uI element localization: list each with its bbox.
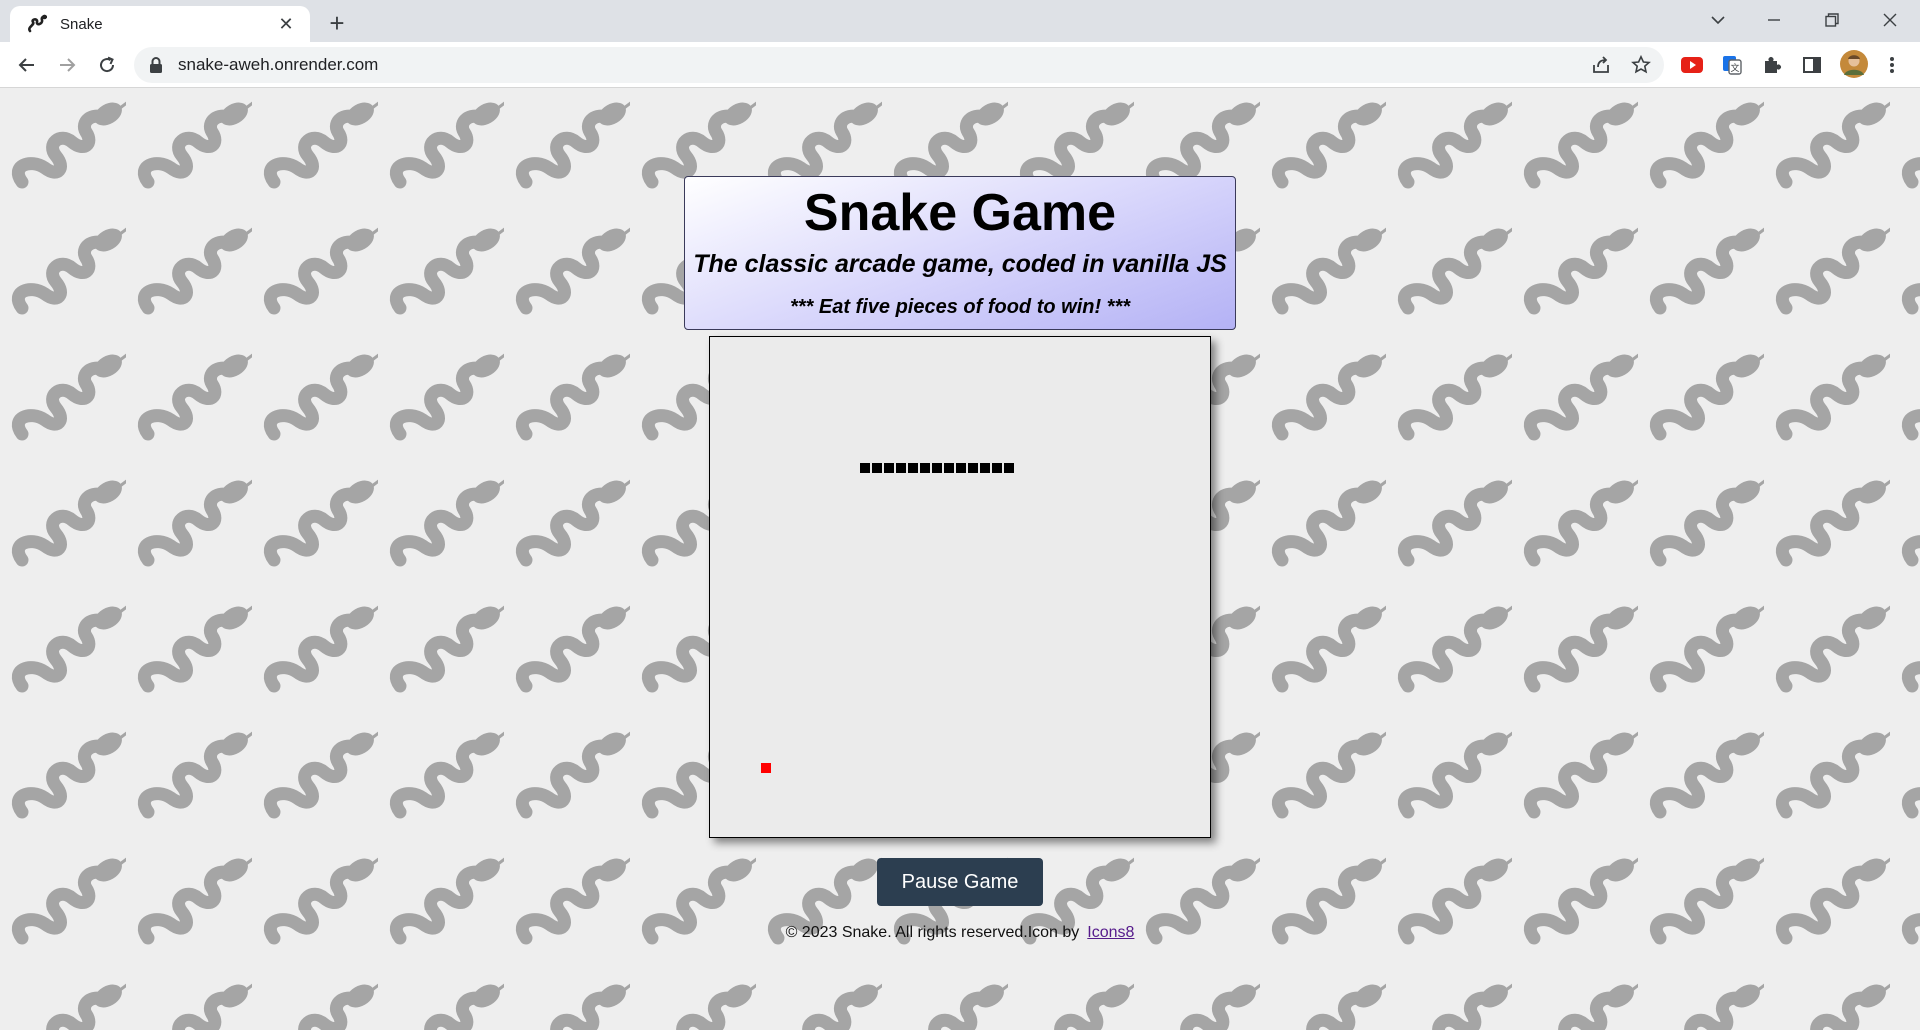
snake-segment (980, 463, 990, 473)
snake-segment (944, 463, 954, 473)
page-title: Snake Game (803, 184, 1117, 242)
lock-icon (148, 56, 166, 74)
snake-segment (920, 463, 930, 473)
game-instruction: *** Eat five pieces of food to win! *** (789, 296, 1131, 318)
game-board[interactable] (709, 336, 1211, 838)
food (761, 763, 771, 773)
svg-text:文: 文 (1730, 62, 1739, 74)
back-icon[interactable] (10, 48, 44, 82)
tab-title: Snake (60, 15, 103, 33)
snake (860, 463, 1016, 473)
browser-toolbar: snake-aweh.onrender.com 文 (0, 42, 1920, 88)
footer: © 2023 Snake. All rights reserved.Icon b… (0, 924, 1920, 942)
reload-icon[interactable] (90, 48, 124, 82)
snake-segment (968, 463, 978, 473)
snake-segment (932, 463, 942, 473)
snake-segment (908, 463, 918, 473)
snake-segment (860, 463, 870, 473)
translate-extension-icon[interactable]: 文 (1720, 53, 1744, 77)
minimize-icon[interactable] (1752, 2, 1796, 38)
url-text: snake-aweh.onrender.com (178, 55, 379, 74)
snake-favicon-icon (26, 13, 48, 35)
snake-segment (992, 463, 1002, 473)
page-viewport: Snake Game The classic arcade game, code… (0, 88, 1920, 1030)
header-card: Snake Game The classic arcade game, code… (684, 176, 1236, 330)
page-subtitle: The classic arcade game, coded in vanill… (693, 250, 1227, 278)
close-window-icon[interactable] (1868, 2, 1912, 38)
close-tab-icon[interactable]: ✕ (274, 12, 298, 36)
snake-segment (884, 463, 894, 473)
new-tab-icon[interactable]: + (322, 8, 352, 38)
browser-tab[interactable]: Snake ✕ (10, 6, 310, 42)
pause-game-button[interactable]: Pause Game (877, 858, 1043, 906)
snake-segment (896, 463, 906, 473)
tab-search-icon[interactable] (1696, 2, 1740, 38)
address-bar[interactable]: snake-aweh.onrender.com (134, 47, 1664, 83)
copyright-text: © 2023 Snake. All rights reserved.Icon b… (785, 924, 1080, 941)
youtube-extension-icon[interactable] (1680, 53, 1704, 77)
more-menu-icon[interactable] (1880, 53, 1904, 77)
profile-avatar[interactable] (1840, 50, 1868, 78)
snake-segment (1004, 463, 1014, 473)
restore-icon[interactable] (1810, 2, 1854, 38)
icons8-link[interactable]: Icons8 (1087, 924, 1134, 941)
forward-icon[interactable] (50, 48, 84, 82)
extensions-puzzle-icon[interactable] (1760, 53, 1784, 77)
snake-segment (872, 463, 882, 473)
bookmark-star-icon[interactable] (1630, 54, 1652, 76)
side-panel-icon[interactable] (1800, 53, 1824, 77)
share-icon[interactable] (1590, 54, 1612, 76)
snake-segment (956, 463, 966, 473)
tab-strip: Snake ✕ + (0, 0, 1920, 42)
